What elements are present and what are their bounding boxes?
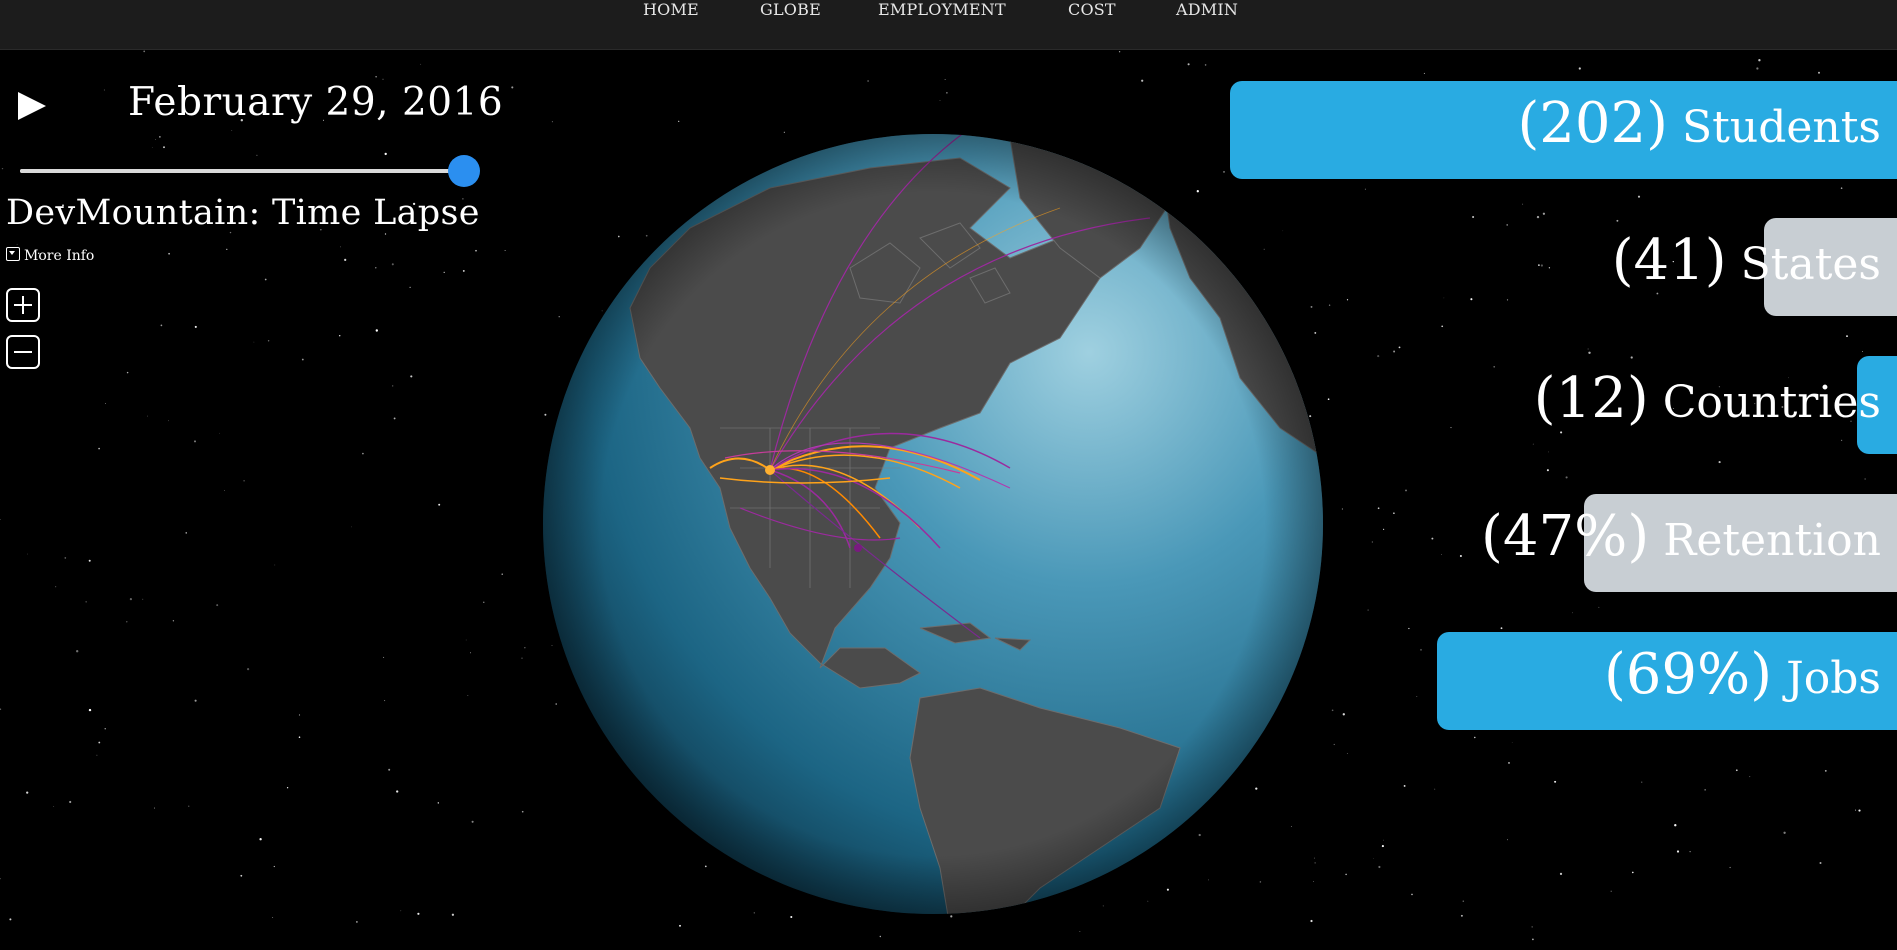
chevron-down-icon (6, 247, 20, 261)
timeline-slider-handle[interactable] (448, 155, 480, 187)
timeline-slider-fill (20, 169, 464, 173)
zoom-in-button[interactable] (6, 288, 40, 322)
stat-students: (202) Students (1230, 81, 1897, 179)
nav-globe[interactable]: GLOBE (760, 0, 821, 20)
timeline-slider[interactable] (20, 155, 480, 187)
stat-countries-value: (12) (1533, 366, 1649, 431)
timeline-date: February 29, 2016 (128, 80, 504, 125)
stat-states-label: States (1740, 239, 1881, 290)
stat-students-label: Students (1682, 102, 1881, 153)
stat-states-value: (41) (1611, 228, 1727, 293)
play-icon[interactable] (16, 88, 48, 124)
stat-countries: (12) Countries (1534, 356, 1897, 454)
stat-jobs-value: (69%) (1603, 642, 1773, 707)
nav-admin[interactable]: ADMIN (1176, 0, 1238, 20)
globe[interactable] (540, 128, 1340, 928)
stat-retention-value: (47%) (1481, 504, 1650, 569)
nav-employment[interactable]: EMPLOYMENT (878, 0, 1006, 20)
stat-states: (41) States (1612, 218, 1897, 316)
nav-cost[interactable]: COST (1068, 0, 1116, 20)
top-navbar: HOME GLOBE EMPLOYMENT COST ADMIN (0, 0, 1897, 50)
stat-jobs: (69%) Jobs (1437, 632, 1897, 730)
more-info-toggle[interactable]: More Info (6, 247, 94, 264)
more-info-label: More Info (24, 248, 95, 264)
nav-home[interactable]: HOME (643, 0, 699, 20)
stat-jobs-label: Jobs (1786, 653, 1881, 704)
stat-retention: (47%) Retention (1481, 494, 1897, 592)
zoom-out-button[interactable] (6, 335, 40, 369)
globe-shadow (543, 134, 1323, 914)
page-title: DevMountain: Time Lapse (6, 193, 480, 233)
stat-students-value: (202) (1517, 91, 1669, 156)
stat-countries-label: Countries (1662, 377, 1881, 428)
stat-retention-label: Retention (1663, 515, 1881, 566)
